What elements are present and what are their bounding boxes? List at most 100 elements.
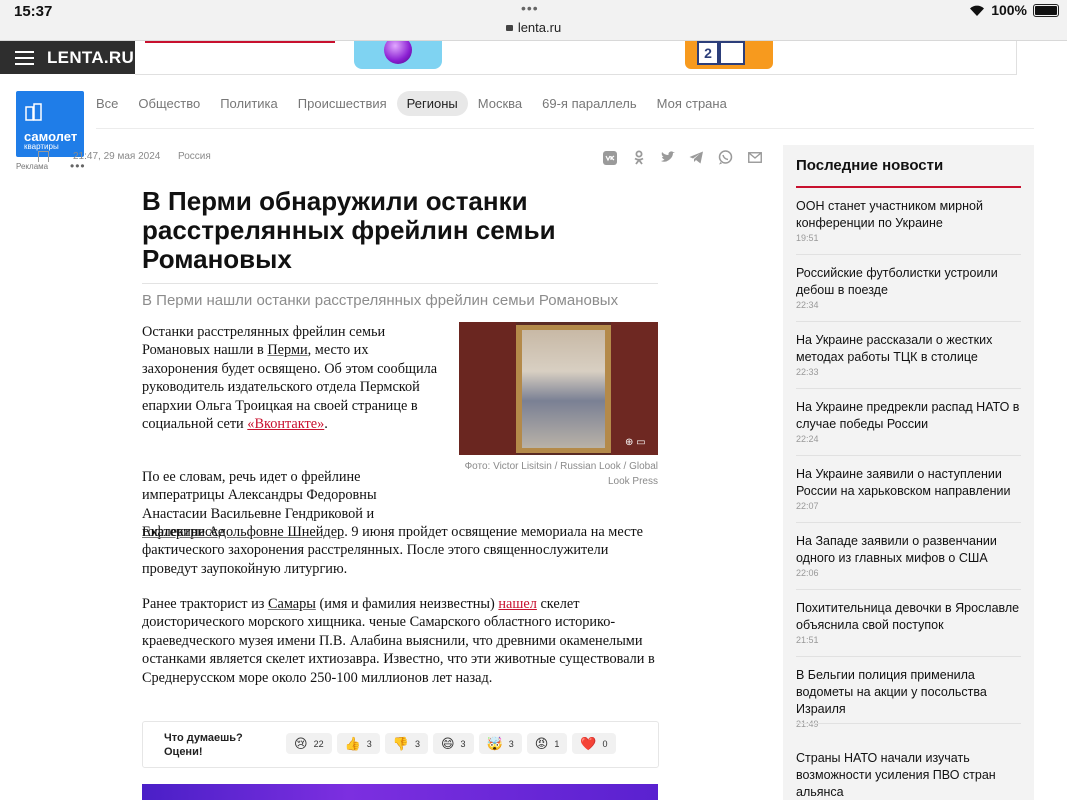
ok-icon[interactable] <box>630 149 647 166</box>
link-vkontakte[interactable]: «Вконтакте» <box>247 416 324 432</box>
battery-icon <box>1033 3 1059 17</box>
news-title[interactable]: Российские футболистки устроили дебош в … <box>796 265 1021 299</box>
ad-game-ball[interactable] <box>354 41 442 69</box>
lock-icon <box>505 25 513 31</box>
news-item[interactable]: Страны НАТО начали изучать возможности у… <box>796 750 1021 802</box>
reaction-count: 3 <box>414 738 420 749</box>
reaction-emoji-icon: 👍 <box>344 736 361 751</box>
more-dots-icon[interactable]: ••• <box>521 0 539 16</box>
share-bar <box>601 149 763 166</box>
news-title[interactable]: ООН станет участником мирной конференции… <box>796 198 1021 232</box>
link-perm[interactable]: Перми <box>267 342 307 358</box>
news-time: 22:34 <box>796 300 819 310</box>
news-item[interactable]: Российские футболистки устроили дебош в … <box>796 265 1021 310</box>
news-time: 22:24 <box>796 434 819 444</box>
nav-item[interactable]: Все <box>96 91 128 116</box>
news-divider <box>796 321 1021 322</box>
nav-item[interactable]: Происшествия <box>288 91 397 116</box>
reactions-widget: Что думаешь? Оцени! 😢 22 👍 3 👎 3 😄 3 🤯 3 😡 1 ❤️ 0 <box>142 721 659 768</box>
reaction-emoji-icon: 😢 <box>294 736 308 751</box>
reaction-emoji-icon: 😄 <box>440 736 455 751</box>
nav-item[interactable]: Политика <box>210 91 288 116</box>
section-nav: Все Общество Политика Происшествия Регионы Мо… <box>96 91 737 116</box>
news-title[interactable]: На Западе заявили о развенчании одного и… <box>796 533 1021 567</box>
news-item[interactable]: На Украине заявили о наступлении России … <box>796 466 1021 511</box>
sidebar-accent-line <box>796 186 1021 188</box>
browser-status-bar: 15:37 ••• lenta.ru 100% <box>0 0 1067 41</box>
news-time: 22:06 <box>796 568 819 578</box>
nav-item[interactable]: Москва <box>468 91 532 116</box>
address-bar[interactable]: lenta.ru <box>0 20 1067 35</box>
ad-game-tiles[interactable]: 2 <box>685 41 773 69</box>
reaction-count: 3 <box>366 738 372 749</box>
news-divider <box>796 455 1021 456</box>
reaction-button[interactable]: 😢 22 <box>286 733 332 754</box>
article-subtitle: В Перми нашли останки расстрелянных фрей… <box>142 292 619 309</box>
reaction-button[interactable]: 👎 3 <box>384 733 428 754</box>
samolet-ad[interactable]: самолет квартиры <box>16 91 84 157</box>
news-item[interactable]: На Украине предрекли распад НАТО в случа… <box>796 399 1021 444</box>
reaction-button[interactable]: 😡 1 <box>526 733 568 754</box>
news-title[interactable]: В Бельгии полиция применила водометы на … <box>796 667 1021 718</box>
news-item[interactable]: На Украине рассказали о жестких методах … <box>796 332 1021 377</box>
bookmark-icon[interactable] <box>38 151 49 162</box>
reaction-button[interactable]: 👍 3 <box>336 733 380 754</box>
reaction-button[interactable]: 🤯 3 <box>478 733 522 754</box>
article-title: В Перми обнаружили останки расстрелянных… <box>142 186 556 274</box>
more-options-icon[interactable]: ••• <box>70 160 86 172</box>
reaction-count: 0 <box>602 738 608 749</box>
reaction-count: 1 <box>554 738 560 749</box>
news-divider <box>796 723 1021 724</box>
photo-zoom-icon[interactable]: ⊕ ▭ <box>625 437 646 448</box>
news-title[interactable]: На Украине рассказали о жестких методах … <box>796 332 1021 366</box>
reaction-count: 3 <box>508 738 514 749</box>
reaction-buttons: 😢 22 👍 3 👎 3 😄 3 🤯 3 😡 1 ❤️ 0 <box>286 733 616 754</box>
reaction-emoji-icon: ❤️ <box>580 736 597 751</box>
nav-item[interactable]: Моя страна <box>647 91 737 116</box>
p3-text-b: (имя и фамилия неизвестны) <box>315 596 499 612</box>
promo-banner[interactable] <box>142 784 658 800</box>
article-paragraph-2-cont: Екатерине Адольфовне Шнейдер. 9 июня про… <box>142 523 658 578</box>
reaction-count: 3 <box>460 738 466 749</box>
article-date: 21:47, 29 мая 2024 <box>73 151 161 162</box>
twitter-icon[interactable] <box>659 149 676 166</box>
ad-accent-line <box>145 41 335 43</box>
whatsapp-icon[interactable] <box>717 149 734 166</box>
ad-tile-number: 2 <box>697 41 719 65</box>
nav-item[interactable]: 69-я параллель <box>532 91 647 116</box>
news-time: 21:49 <box>796 719 819 729</box>
site-logo[interactable]: LENTA.RU <box>47 48 134 68</box>
reaction-emoji-icon: 😡 <box>534 736 549 751</box>
vk-icon[interactable] <box>601 149 618 166</box>
link-samara[interactable]: Самары <box>268 596 316 612</box>
reaction-button[interactable]: ❤️ 0 <box>572 733 616 754</box>
link-found[interactable]: нашел <box>498 596 537 612</box>
nav-item[interactable]: Общество <box>128 91 210 116</box>
news-title[interactable]: Страны НАТО начали изучать возможности у… <box>796 750 1021 801</box>
article-photo[interactable] <box>459 322 658 455</box>
article-category[interactable]: Россия <box>178 151 211 162</box>
news-title[interactable]: На Украине заявили о наступлении России … <box>796 466 1021 500</box>
news-title[interactable]: На Украине предрекли распад НАТО в случа… <box>796 399 1021 433</box>
ad-label: Реклама <box>16 162 49 171</box>
news-item[interactable]: В Бельгии полиция применила водометы на … <box>796 667 1021 729</box>
menu-icon[interactable] <box>15 50 34 65</box>
clock: 15:37 <box>14 3 53 20</box>
link-schneider[interactable]: Екатерине Адольфовне Шнейдер <box>142 524 344 540</box>
article-paragraph-1: Останки расстрелянных фрейлин семьи Рома… <box>142 323 442 433</box>
news-time: 22:33 <box>796 367 819 377</box>
news-item[interactable]: ООН станет участником мирной конференции… <box>796 198 1021 243</box>
url-text: lenta.ru <box>517 20 562 35</box>
p3-text-a: Ранее тракторист из <box>142 596 268 612</box>
reaction-button[interactable]: 😄 3 <box>432 733 474 754</box>
ad-sub: квартиры <box>24 142 59 151</box>
news-item[interactable]: Похитительница девочки в Ярославле объяс… <box>796 600 1021 645</box>
news-item[interactable]: На Западе заявили о развенчании одного и… <box>796 533 1021 578</box>
news-title[interactable]: Похитительница девочки в Ярославле объяс… <box>796 600 1021 634</box>
telegram-icon[interactable] <box>688 149 705 166</box>
news-time: 21:51 <box>796 635 819 645</box>
nav-item[interactable]: Регионы <box>396 91 468 116</box>
top-ad-banner[interactable] <box>135 41 1017 75</box>
wifi-icon <box>970 5 985 16</box>
mail-icon[interactable] <box>746 149 763 166</box>
